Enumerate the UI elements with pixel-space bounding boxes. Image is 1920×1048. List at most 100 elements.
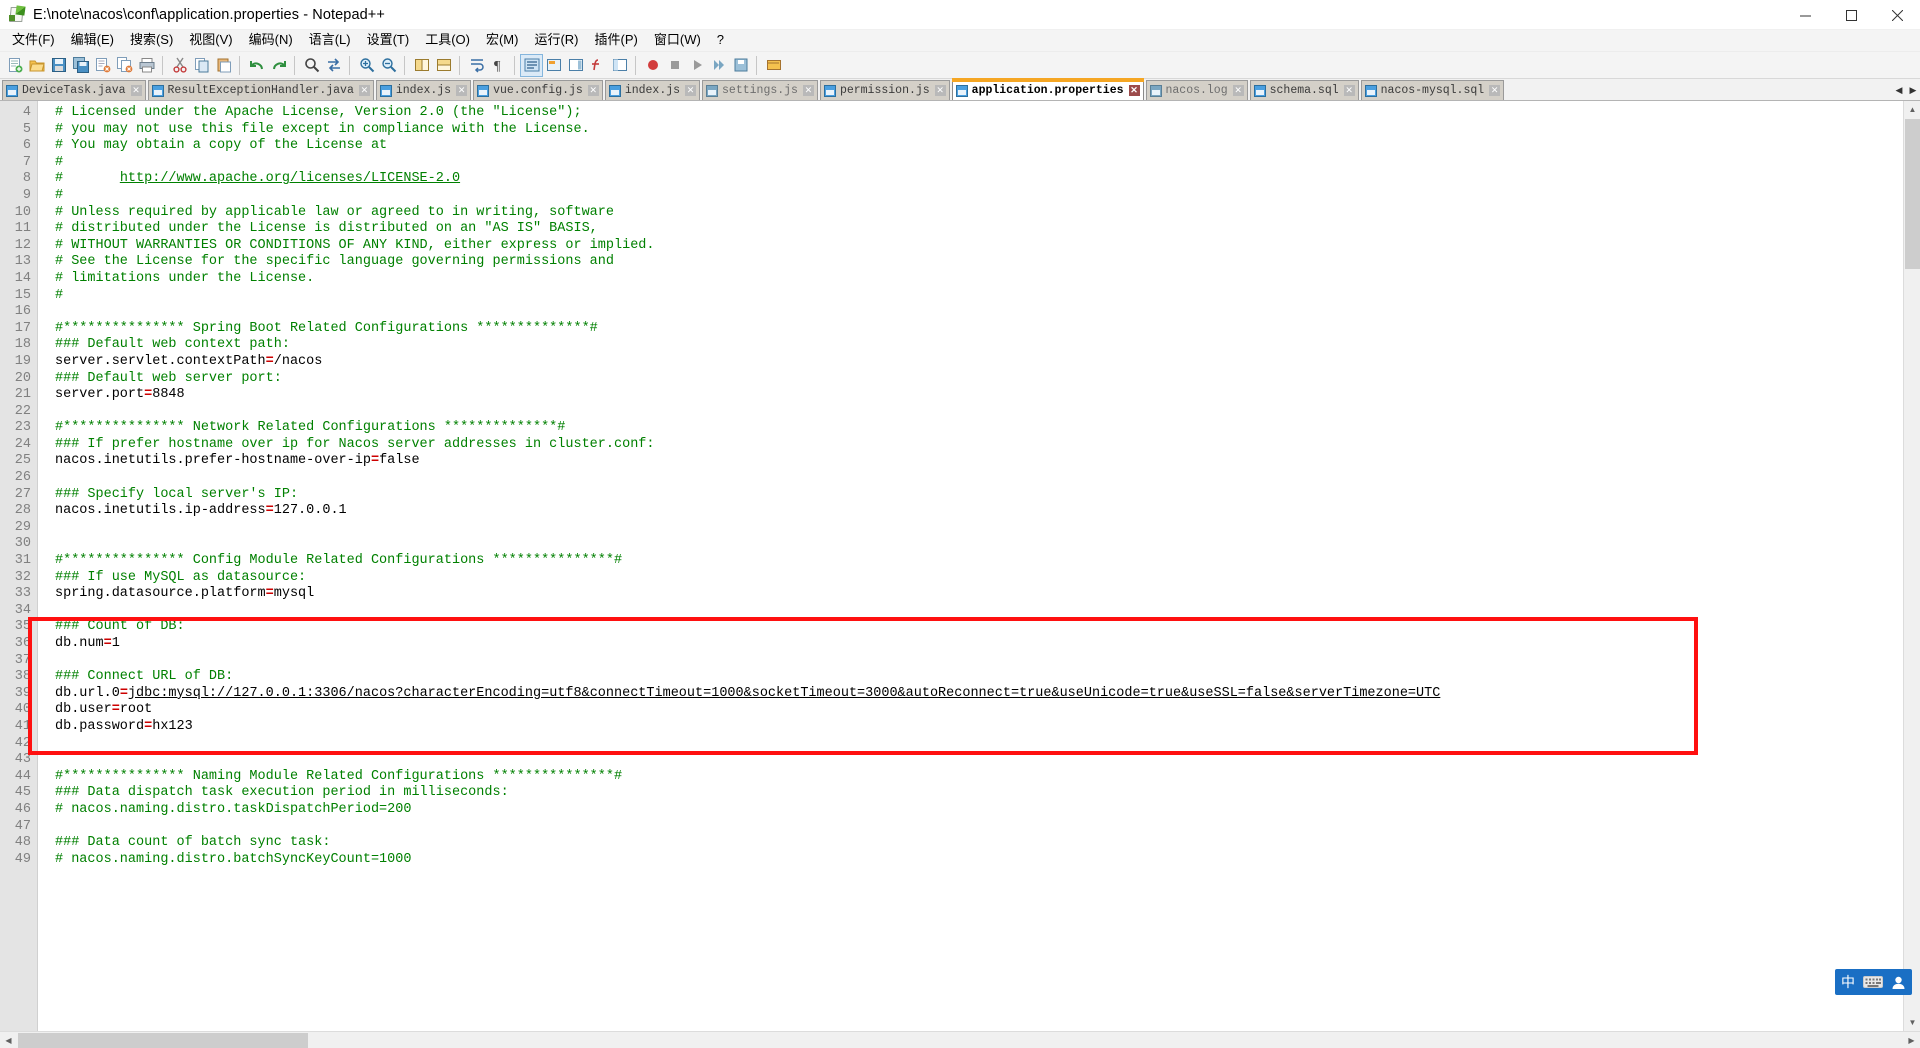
vertical-scrollbar[interactable]: ▲ ▼ bbox=[1903, 101, 1920, 1031]
code-line[interactable]: # limitations under the License. bbox=[50, 271, 1920, 288]
show-doc-map-icon[interactable] bbox=[565, 55, 586, 76]
code-line[interactable]: ### Connect URL of DB: bbox=[50, 669, 1920, 686]
replace-icon[interactable] bbox=[323, 55, 344, 76]
function-list-icon[interactable] bbox=[587, 55, 608, 76]
print-icon[interactable] bbox=[136, 55, 157, 76]
code-line[interactable]: # bbox=[50, 155, 1920, 172]
tab-devicetask-java[interactable]: DeviceTask.java ✕ bbox=[2, 80, 146, 100]
fold-margin[interactable] bbox=[38, 101, 50, 1031]
horizontal-scroll-thumb[interactable] bbox=[18, 1033, 308, 1048]
code-line[interactable]: server.servlet.contextPath=/nacos bbox=[50, 354, 1920, 371]
paste-icon[interactable] bbox=[213, 55, 234, 76]
cut-icon[interactable] bbox=[169, 55, 190, 76]
code-line[interactable]: #*************** Network Related Configu… bbox=[50, 420, 1920, 437]
tab-scroll-left-icon[interactable]: ◀ bbox=[1892, 80, 1906, 100]
menu-tools[interactable]: 工具(O) bbox=[417, 30, 478, 51]
code-line[interactable]: # nacos.naming.distro.taskDispatchPeriod… bbox=[50, 802, 1920, 819]
record-macro-icon[interactable] bbox=[642, 55, 663, 76]
code-content[interactable]: # Licensed under the Apache License, Ver… bbox=[50, 101, 1920, 1031]
menu-macro[interactable]: 宏(M) bbox=[478, 30, 527, 51]
code-line[interactable]: db.num=1 bbox=[50, 636, 1920, 653]
tab-index-js-1[interactable]: index.js ✕ bbox=[376, 80, 471, 100]
run-macro-multiple-icon[interactable] bbox=[708, 55, 729, 76]
code-line[interactable]: #*************** Naming Module Related C… bbox=[50, 769, 1920, 786]
code-line[interactable] bbox=[50, 653, 1920, 670]
code-line[interactable]: ### Data dispatch task execution period … bbox=[50, 785, 1920, 802]
code-line[interactable]: nacos.inetutils.prefer-hostname-over-ip=… bbox=[50, 453, 1920, 470]
code-line[interactable]: # bbox=[50, 188, 1920, 205]
save-macro-icon[interactable] bbox=[730, 55, 751, 76]
code-line[interactable]: # See the License for the specific langu… bbox=[50, 254, 1920, 271]
code-line[interactable]: ### Default web server port: bbox=[50, 371, 1920, 388]
code-line[interactable]: server.port=8848 bbox=[50, 387, 1920, 404]
code-line[interactable]: # WITHOUT WARRANTIES OR CONDITIONS OF AN… bbox=[50, 238, 1920, 255]
code-line[interactable]: # distributed under the License is distr… bbox=[50, 221, 1920, 238]
code-line[interactable]: ### If prefer hostname over ip for Nacos… bbox=[50, 437, 1920, 454]
redo-icon[interactable] bbox=[268, 55, 289, 76]
tab-scroll-right-icon[interactable]: ▶ bbox=[1906, 80, 1920, 100]
close-icon[interactable] bbox=[92, 55, 113, 76]
run-icon[interactable] bbox=[763, 55, 784, 76]
code-line[interactable]: # bbox=[50, 288, 1920, 305]
ime-mode-label[interactable]: 中 bbox=[1841, 972, 1855, 992]
menu-window[interactable]: 窗口(W) bbox=[646, 30, 709, 51]
tab-close-icon[interactable]: ✕ bbox=[456, 85, 467, 96]
tab-close-icon[interactable]: ✕ bbox=[359, 85, 370, 96]
show-all-chars-icon[interactable]: ¶ bbox=[488, 55, 509, 76]
code-line[interactable]: ### Count of DB: bbox=[50, 619, 1920, 636]
tab-close-icon[interactable]: ✕ bbox=[685, 85, 696, 96]
tab-schema-sql[interactable]: schema.sql ✕ bbox=[1250, 80, 1359, 100]
code-line[interactable] bbox=[50, 520, 1920, 537]
tab-close-icon[interactable]: ✕ bbox=[131, 85, 142, 96]
zoom-in-icon[interactable] bbox=[356, 55, 377, 76]
menu-edit[interactable]: 编辑(E) bbox=[63, 30, 122, 51]
sync-horizontal-icon[interactable] bbox=[433, 55, 454, 76]
tab-close-icon[interactable]: ✕ bbox=[1233, 85, 1244, 96]
playback-macro-icon[interactable] bbox=[686, 55, 707, 76]
close-button[interactable] bbox=[1874, 0, 1920, 30]
code-line[interactable]: # Licensed under the Apache License, Ver… bbox=[50, 105, 1920, 122]
menu-search[interactable]: 搜索(S) bbox=[122, 30, 181, 51]
code-line[interactable] bbox=[50, 404, 1920, 421]
new-file-icon[interactable] bbox=[4, 55, 25, 76]
zoom-out-icon[interactable] bbox=[378, 55, 399, 76]
code-line[interactable]: # You may obtain a copy of the License a… bbox=[50, 138, 1920, 155]
tab-nacos-mysql-sql[interactable]: nacos-mysql.sql ✕ bbox=[1361, 80, 1505, 100]
code-line[interactable] bbox=[50, 603, 1920, 620]
ime-language-bar[interactable]: 中 bbox=[1835, 969, 1912, 995]
indent-guide-icon[interactable] bbox=[521, 55, 542, 76]
user-icon[interactable] bbox=[1891, 975, 1906, 990]
tab-resultexceptionhandler-java[interactable]: ResultExceptionHandler.java ✕ bbox=[148, 80, 374, 100]
code-line[interactable]: ### If use MySQL as datasource: bbox=[50, 570, 1920, 587]
menu-help[interactable]: ? bbox=[709, 30, 732, 51]
code-line[interactable]: # you may not use this file except in co… bbox=[50, 122, 1920, 139]
menu-view[interactable]: 视图(V) bbox=[181, 30, 240, 51]
save-icon[interactable] bbox=[48, 55, 69, 76]
code-line[interactable] bbox=[50, 470, 1920, 487]
code-line[interactable] bbox=[50, 736, 1920, 753]
code-line[interactable]: db.user=root bbox=[50, 702, 1920, 719]
vertical-scroll-thumb[interactable] bbox=[1905, 119, 1920, 269]
editor-area[interactable]: 4567891011121314151617181920212223242526… bbox=[0, 101, 1920, 1031]
code-line[interactable]: db.url.0=jdbc:mysql://127.0.0.1:3306/nac… bbox=[50, 686, 1920, 703]
word-wrap-icon[interactable] bbox=[466, 55, 487, 76]
code-line[interactable]: db.password=hx123 bbox=[50, 719, 1920, 736]
menu-file[interactable]: 文件(F) bbox=[4, 30, 63, 51]
code-line[interactable]: spring.datasource.platform=mysql bbox=[50, 586, 1920, 603]
copy-icon[interactable] bbox=[191, 55, 212, 76]
scroll-right-icon[interactable]: ▶ bbox=[1903, 1032, 1920, 1048]
code-line[interactable]: ### Specify local server's IP: bbox=[50, 487, 1920, 504]
code-line[interactable] bbox=[50, 536, 1920, 553]
ui-user-defined-icon[interactable] bbox=[543, 55, 564, 76]
scroll-down-icon[interactable]: ▼ bbox=[1904, 1014, 1920, 1031]
code-line[interactable]: #*************** Spring Boot Related Con… bbox=[50, 321, 1920, 338]
tab-close-icon[interactable]: ✕ bbox=[1129, 85, 1140, 96]
scroll-left-icon[interactable]: ◀ bbox=[0, 1032, 17, 1048]
tab-nacos-log[interactable]: nacos.log ✕ bbox=[1146, 80, 1248, 100]
scroll-up-icon[interactable]: ▲ bbox=[1904, 101, 1920, 118]
code-line[interactable]: # http://www.apache.org/licenses/LICENSE… bbox=[50, 171, 1920, 188]
find-icon[interactable] bbox=[301, 55, 322, 76]
horizontal-scrollbar[interactable]: ◀ ▶ bbox=[0, 1031, 1920, 1048]
tab-index-js-2[interactable]: index.js ✕ bbox=[605, 80, 700, 100]
tab-close-icon[interactable]: ✕ bbox=[1344, 85, 1355, 96]
